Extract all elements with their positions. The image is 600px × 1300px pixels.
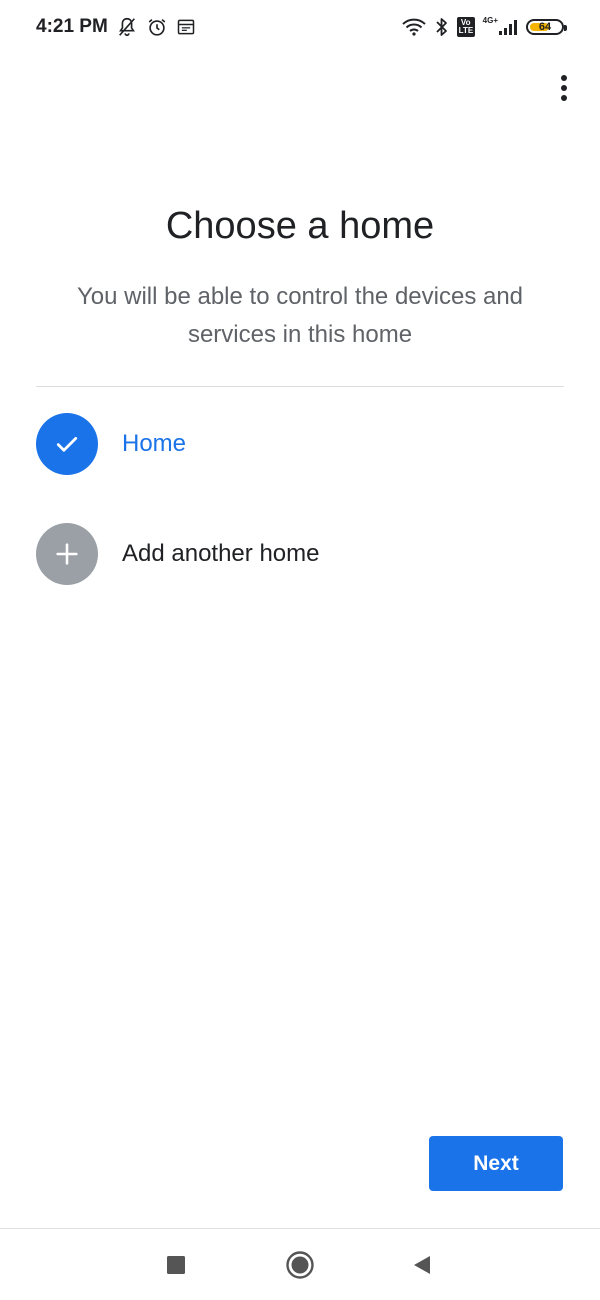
- wifi-icon: [401, 17, 427, 37]
- menu-dot: [561, 85, 567, 91]
- add-home-label: Add another home: [122, 540, 320, 567]
- status-left-icons: [116, 14, 196, 40]
- page-title: Choose a home: [165, 205, 435, 247]
- status-bar: 4:21 PM Vo LTE 4G+ 64: [0, 0, 600, 56]
- check-icon: [36, 413, 98, 475]
- system-nav-bar: [0, 1228, 600, 1300]
- divider: [36, 386, 564, 387]
- menu-dot: [561, 95, 567, 101]
- status-time: 4:21 PM: [36, 16, 108, 37]
- recent-apps-icon[interactable]: [156, 1247, 196, 1283]
- bluetooth-icon: [435, 16, 449, 38]
- volte-icon: Vo LTE: [456, 17, 475, 37]
- back-icon[interactable]: [402, 1247, 442, 1283]
- notifications-off-icon: [116, 16, 138, 38]
- alarm-icon: [146, 16, 168, 38]
- battery-level: 64: [538, 21, 552, 33]
- calendar-icon: [176, 17, 196, 37]
- more-vert-icon[interactable]: [552, 70, 576, 106]
- menu-dot: [561, 75, 567, 81]
- signal-icon: [498, 18, 518, 36]
- battery-icon: 64: [526, 19, 567, 35]
- add-icon: [36, 523, 98, 585]
- battery-tip: [564, 25, 567, 31]
- status-right-icons: Vo LTE 4G+ 64: [401, 14, 567, 40]
- network-type-label: 4G+: [482, 15, 498, 25]
- page-subtitle: You will be able to control the devices …: [76, 283, 524, 348]
- home-option-home[interactable]: Home: [36, 412, 564, 476]
- add-another-home-option[interactable]: Add another home: [36, 522, 564, 586]
- home-option-label: Home: [122, 430, 187, 457]
- home-icon[interactable]: [280, 1247, 320, 1283]
- next-button[interactable]: Next: [429, 1136, 563, 1191]
